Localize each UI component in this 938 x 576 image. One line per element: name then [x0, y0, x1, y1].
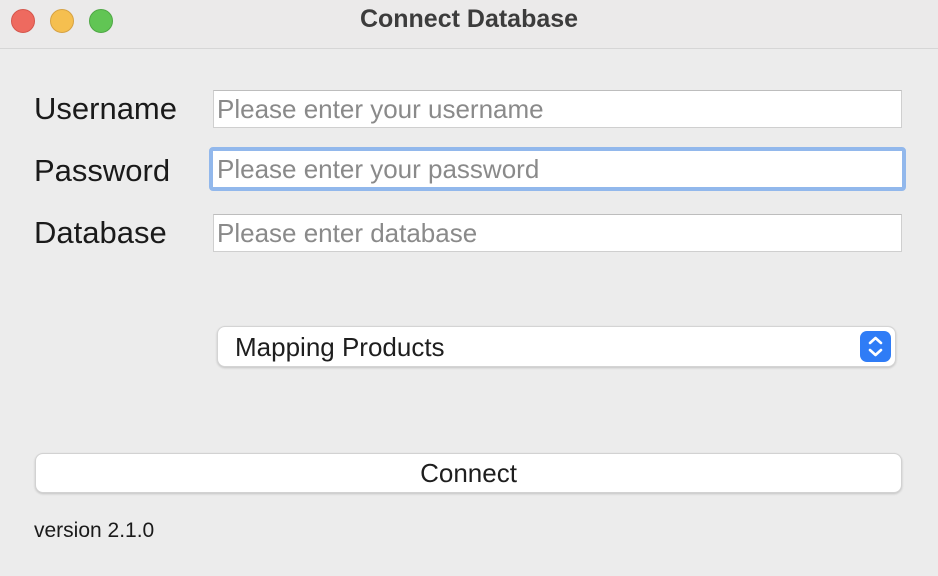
title-bar: Connect Database [0, 0, 938, 49]
version-label: version 2.1.0 [34, 519, 155, 542]
database-label: Database [34, 215, 167, 250]
mode-select[interactable]: Mapping Products [217, 326, 896, 367]
window-title: Connect Database [359, 5, 579, 33]
mode-select-value: Mapping Products [235, 332, 445, 362]
connect-database-window: Connect Database Username Password Datab… [0, 0, 938, 576]
database-field[interactable] [213, 214, 902, 252]
username-label: Username [34, 91, 177, 126]
password-field[interactable] [209, 147, 906, 191]
up-down-chevron-icon [860, 331, 891, 362]
username-field[interactable] [213, 90, 902, 128]
password-label: Password [34, 153, 171, 188]
connect-button[interactable]: Connect [35, 453, 902, 493]
